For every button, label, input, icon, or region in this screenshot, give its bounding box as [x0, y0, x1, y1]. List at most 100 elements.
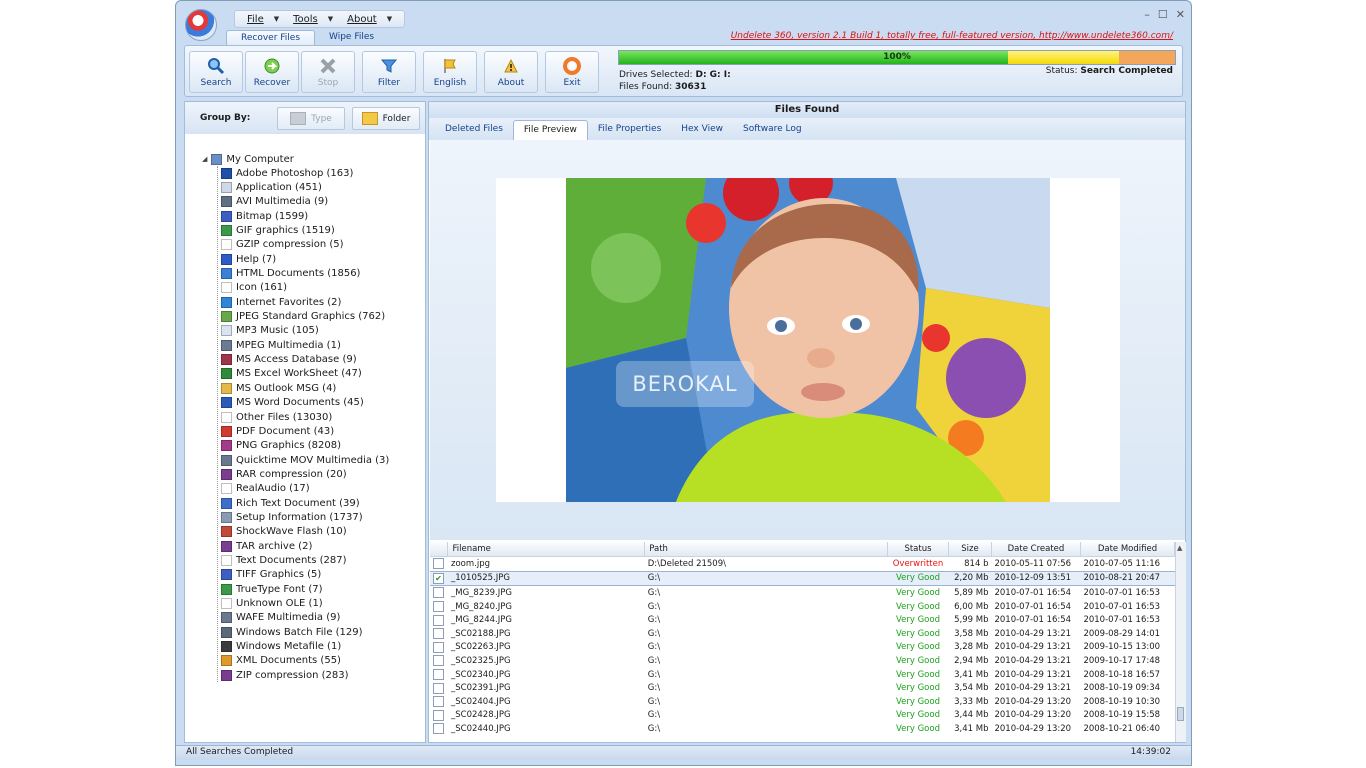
- column-header-date-modified[interactable]: Date Modified: [1080, 542, 1175, 557]
- column-header-size[interactable]: Size: [948, 542, 992, 557]
- menu-tools[interactable]: Tools ▼: [287, 14, 339, 25]
- scrollbar-thumb[interactable]: [1177, 707, 1184, 721]
- menu-about[interactable]: About ▼: [341, 14, 398, 25]
- stop-button[interactable]: Stop: [301, 51, 355, 93]
- tree-item[interactable]: RAR compression (20): [218, 467, 389, 481]
- maximize-icon[interactable]: ☐: [1158, 8, 1168, 21]
- tree-item[interactable]: RealAudio (17): [218, 482, 389, 496]
- tree-item[interactable]: Other Files (13030): [218, 410, 389, 424]
- tree-item[interactable]: MP3 Music (105): [218, 324, 389, 338]
- tree-item[interactable]: MPEG Multimedia (1): [218, 338, 389, 352]
- tree-item[interactable]: MS Access Database (9): [218, 352, 389, 366]
- table-row[interactable]: zoom.jpg D:\Deleted 21509\ Overwritten 814 …: [430, 557, 1175, 572]
- table-row[interactable]: _SC02391.JPG G:\ Very Good 3,54 Mb 2010-04-2…: [430, 681, 1175, 695]
- column-header-path[interactable]: Path: [644, 542, 888, 557]
- menu-file[interactable]: File ▼: [241, 14, 285, 25]
- tree-item[interactable]: Icon (161): [218, 281, 389, 295]
- tree-item[interactable]: Bitmap (1599): [218, 209, 389, 223]
- language-button[interactable]: English: [423, 51, 477, 93]
- tree-item[interactable]: PDF Document (43): [218, 424, 389, 438]
- table-row[interactable]: _SC02440.JPG G:\ Very Good 3,41 Mb 2010-04-2…: [430, 722, 1175, 736]
- minimize-icon[interactable]: –: [1144, 8, 1150, 21]
- scroll-up-icon[interactable]: ▲: [1177, 544, 1182, 552]
- table-row[interactable]: _MG_8239.JPG G:\ Very Good 5,89 Mb 2010-07-0…: [430, 586, 1175, 600]
- row-checkbox[interactable]: [433, 723, 444, 735]
- tree-item[interactable]: Help (7): [218, 252, 389, 266]
- search-button[interactable]: Search: [189, 51, 243, 93]
- tree-item[interactable]: ZIP compression (283): [218, 668, 389, 682]
- row-checkbox[interactable]: [433, 614, 444, 626]
- table-row[interactable]: _SC02428.JPG G:\ Very Good 3,44 Mb 2010-04-2…: [430, 709, 1175, 723]
- table-row[interactable]: _MG_8240.JPG G:\ Very Good 6,00 Mb 2010-07-0…: [430, 600, 1175, 614]
- group-by-type-button[interactable]: Type: [277, 107, 345, 130]
- collapse-arrow-icon[interactable]: ◢: [202, 155, 207, 163]
- table-row[interactable]: ✔ _1010525.JPG G:\ Very Good 2,20 Mb 2010-12-…: [430, 570, 1175, 587]
- row-checkbox[interactable]: [433, 682, 444, 694]
- tree-item[interactable]: TIFF Graphics (5): [218, 568, 389, 582]
- tab-deleted-files[interactable]: Deleted Files: [435, 118, 513, 140]
- tree-item[interactable]: Application (451): [218, 180, 389, 194]
- row-checkbox[interactable]: ✔: [433, 572, 444, 584]
- table-scrollbar[interactable]: ▲: [1175, 542, 1186, 742]
- menu-tools-label: Tools: [293, 13, 318, 25]
- group-by-folder-button[interactable]: Folder: [352, 107, 420, 130]
- tree-item[interactable]: GZIP compression (5): [218, 238, 389, 252]
- column-header-date-created[interactable]: Date Created: [991, 542, 1081, 557]
- tree-item[interactable]: ShockWave Flash (10): [218, 525, 389, 539]
- tree-item[interactable]: Internet Favorites (2): [218, 295, 389, 309]
- row-checkbox[interactable]: [433, 587, 444, 599]
- row-checkbox[interactable]: [433, 641, 444, 653]
- recover-button[interactable]: Recover: [245, 51, 299, 93]
- tree-item[interactable]: Windows Batch File (129): [218, 625, 389, 639]
- tab-hex-view[interactable]: Hex View: [671, 118, 733, 140]
- tree-root-my-computer[interactable]: ◢ My Computer: [202, 152, 389, 166]
- table-row[interactable]: _SC02404.JPG G:\ Very Good 3,33 Mb 2010-04-2…: [430, 695, 1175, 709]
- tree-item[interactable]: PNG Graphics (8208): [218, 439, 389, 453]
- exit-button[interactable]: Exit: [545, 51, 599, 93]
- tree-item[interactable]: MS Excel WorkSheet (47): [218, 367, 389, 381]
- close-icon[interactable]: ✕: [1176, 8, 1185, 21]
- tree-item[interactable]: Adobe Photoshop (163): [218, 166, 389, 180]
- tree-item[interactable]: HTML Documents (1856): [218, 266, 389, 280]
- row-checkbox[interactable]: [433, 628, 444, 640]
- app-logo-button[interactable]: [185, 9, 217, 41]
- tab-file-preview[interactable]: File Preview: [512, 120, 588, 140]
- tree-item[interactable]: TrueType Font (7): [218, 582, 389, 596]
- tree-item[interactable]: Rich Text Document (39): [218, 496, 389, 510]
- table-row[interactable]: _SC02325.JPG G:\ Very Good 2,94 Mb 2010-04-2…: [430, 654, 1175, 668]
- row-checkbox[interactable]: [433, 558, 444, 570]
- tree-item[interactable]: Windows Metafile (1): [218, 639, 389, 653]
- tree-item[interactable]: XML Documents (55): [218, 654, 389, 668]
- computer-icon: [211, 153, 223, 165]
- tab-file-properties[interactable]: File Properties: [588, 118, 671, 140]
- tree-item[interactable]: GIF graphics (1519): [218, 223, 389, 237]
- tab-recover-files[interactable]: Recover Files: [226, 30, 316, 45]
- column-header-filename[interactable]: Filename: [447, 542, 646, 557]
- table-row[interactable]: _SC02188.JPG G:\ Very Good 3,58 Mb 2010-04-2…: [430, 627, 1175, 641]
- tree-item[interactable]: WAFE Multimedia (9): [218, 611, 389, 625]
- tree-item[interactable]: TAR archive (2): [218, 539, 389, 553]
- table-row[interactable]: _SC02340.JPG G:\ Very Good 3,41 Mb 2010-04-2…: [430, 668, 1175, 682]
- tab-wipe-files[interactable]: Wipe Files: [315, 30, 388, 45]
- tree-item[interactable]: Text Documents (287): [218, 553, 389, 567]
- filter-button[interactable]: Filter: [362, 51, 416, 93]
- tree-item[interactable]: MS Outlook MSG (4): [218, 381, 389, 395]
- about-button[interactable]: About: [484, 51, 538, 93]
- column-header-status[interactable]: Status: [887, 542, 949, 557]
- tree-item[interactable]: Unknown OLE (1): [218, 596, 389, 610]
- row-checkbox[interactable]: [433, 601, 444, 613]
- tree-item[interactable]: AVI Multimedia (9): [218, 195, 389, 209]
- row-checkbox[interactable]: [433, 655, 444, 667]
- tree-item[interactable]: Quicktime MOV Multimedia (3): [218, 453, 389, 467]
- row-checkbox[interactable]: [433, 696, 444, 708]
- table-row[interactable]: _SC02263.JPG G:\ Very Good 3,28 Mb 2010-04-2…: [430, 641, 1175, 655]
- row-checkbox[interactable]: [433, 709, 444, 721]
- tree-item[interactable]: JPEG Standard Graphics (762): [218, 309, 389, 323]
- version-link[interactable]: Undelete 360, version 2.1 Build 1, total…: [731, 31, 1173, 41]
- tab-software-log[interactable]: Software Log: [733, 118, 812, 140]
- table-row[interactable]: _MG_8244.JPG G:\ Very Good 5,99 Mb 2010-07-0…: [430, 613, 1175, 627]
- tree-item[interactable]: MS Word Documents (45): [218, 396, 389, 410]
- tree-item[interactable]: Setup Information (1737): [218, 510, 389, 524]
- select-column-header[interactable]: [430, 542, 449, 557]
- row-checkbox[interactable]: [433, 669, 444, 681]
